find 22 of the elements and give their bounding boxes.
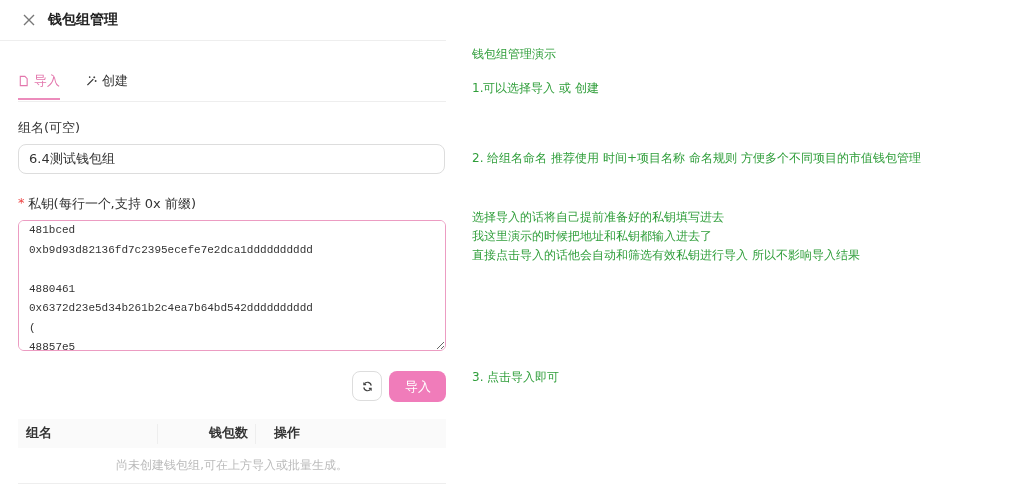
note-text: 直接点击导入的话他会自动和筛选有效私钥进行导入 所以不影响导入结果 — [472, 247, 861, 264]
tab[interactable]: 创建 — [86, 69, 128, 100]
file-icon — [18, 75, 29, 87]
window-title: 钱包组管理 — [48, 11, 118, 29]
note-text: 3. 点击导入即可 — [472, 369, 561, 386]
close-icon[interactable] — [23, 14, 35, 26]
column-header: 操作 — [273, 424, 300, 442]
note-text: 钱包组管理演示 — [472, 46, 557, 63]
field-label: 私钥(每行一个,支持 0x 前缀) — [27, 195, 196, 213]
column-header: 钱包数 — [158, 423, 256, 444]
note-text: 选择导入的话将自己提前准备好的私钥填写进去 — [472, 209, 725, 226]
field-label: 组名(可空) — [18, 119, 82, 137]
required-mark: * — [18, 195, 25, 212]
note-text: 2. 给组名命名 推荐使用 时间+项目名称 命名规则 方便多个不同项目的市值钱包管理 — [472, 150, 921, 167]
private-key-field[interactable]: 481bced 0xb9d93d82136fd7c2395ecefe7e2dca1dddddddddd 4880461 0x6372d23e5d34b261b2c4ea7b64bd542dddddddddd ( 48857e5 — [18, 220, 446, 351]
refresh-button[interactable] — [352, 371, 382, 401]
note-text: 1.可以选择导入 或 创建 — [472, 80, 601, 97]
refresh-icon — [361, 380, 373, 392]
note-text: 我这里演示的时候把地址和私钥都输入进去了 — [472, 228, 713, 245]
group-name-field[interactable]: 6.4测试钱包组 — [18, 144, 445, 174]
wand-icon — [86, 75, 97, 87]
column-header: 组名 — [18, 423, 158, 444]
